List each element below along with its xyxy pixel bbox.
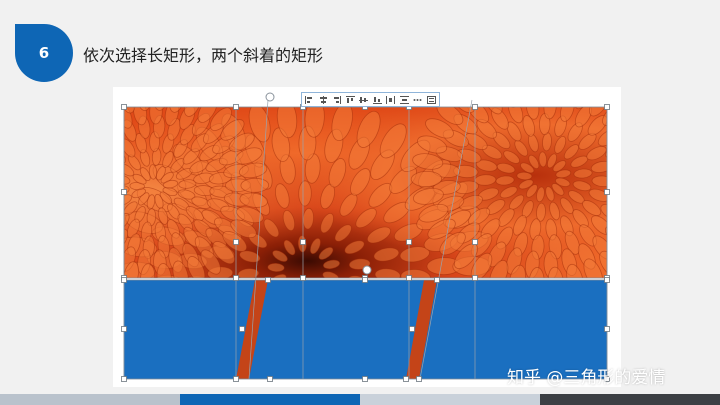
resize-handle[interactable] <box>121 189 127 195</box>
resize-handle[interactable] <box>604 104 610 110</box>
resize-handle[interactable] <box>434 277 440 283</box>
petal <box>240 177 270 193</box>
resize-handle[interactable] <box>239 326 245 332</box>
resize-handle[interactable] <box>265 277 271 283</box>
petal <box>298 180 312 207</box>
resize-handle[interactable] <box>604 326 610 332</box>
bar-segment-2 <box>180 394 360 405</box>
flower-picture <box>124 107 607 278</box>
resize-handle[interactable] <box>233 275 239 281</box>
step-badge: 6 <box>15 24 73 82</box>
resize-handle[interactable] <box>233 376 239 382</box>
align-top-icon[interactable] <box>345 95 355 104</box>
resize-handle[interactable] <box>416 376 422 382</box>
align-right-icon[interactable] <box>332 95 342 104</box>
resize-handle[interactable] <box>604 189 610 195</box>
selection-pane-icon[interactable] <box>426 95 436 104</box>
resize-handle[interactable] <box>233 104 239 110</box>
bar-segment-3 <box>360 394 540 405</box>
resize-handle[interactable] <box>121 104 127 110</box>
resize-handle[interactable] <box>233 239 239 245</box>
resize-handle[interactable] <box>406 275 412 281</box>
resize-handle[interactable] <box>472 104 478 110</box>
resize-handle[interactable] <box>403 376 409 382</box>
resize-handle[interactable] <box>362 376 368 382</box>
resize-handle[interactable] <box>472 239 478 245</box>
align-bottom-icon[interactable] <box>372 96 382 104</box>
align-center-icon[interactable] <box>319 95 328 104</box>
distribute-horizontal-icon[interactable] <box>386 95 396 104</box>
bottom-color-bar <box>0 394 720 405</box>
bar-segment-4 <box>540 394 720 405</box>
align-toolbar[interactable] <box>301 92 440 107</box>
petal <box>410 170 442 188</box>
step-number: 6 <box>38 44 50 62</box>
resize-handle[interactable] <box>300 239 306 245</box>
distribute-vertical-icon[interactable] <box>399 95 409 104</box>
resize-handle[interactable] <box>121 326 127 332</box>
align-left-icon[interactable] <box>305 95 314 104</box>
bar-segment-1 <box>0 394 180 405</box>
resize-handle[interactable] <box>362 277 368 283</box>
resize-handle[interactable] <box>604 277 610 283</box>
step-heading: 依次选择长矩形，两个斜着的矩形 <box>83 46 324 65</box>
resize-handle[interactable] <box>409 326 415 332</box>
resize-handle[interactable] <box>406 239 412 245</box>
resize-handle[interactable] <box>121 376 127 382</box>
watermark: 知乎 @三角形的爱情 <box>507 368 666 388</box>
resize-handle[interactable] <box>267 376 273 382</box>
resize-handle[interactable] <box>472 275 478 281</box>
flower-image[interactable] <box>124 107 607 278</box>
more-icon[interactable] <box>413 96 422 104</box>
resize-handle[interactable] <box>121 277 127 283</box>
align-middle-icon[interactable] <box>359 96 369 104</box>
resize-handle[interactable] <box>300 275 306 281</box>
